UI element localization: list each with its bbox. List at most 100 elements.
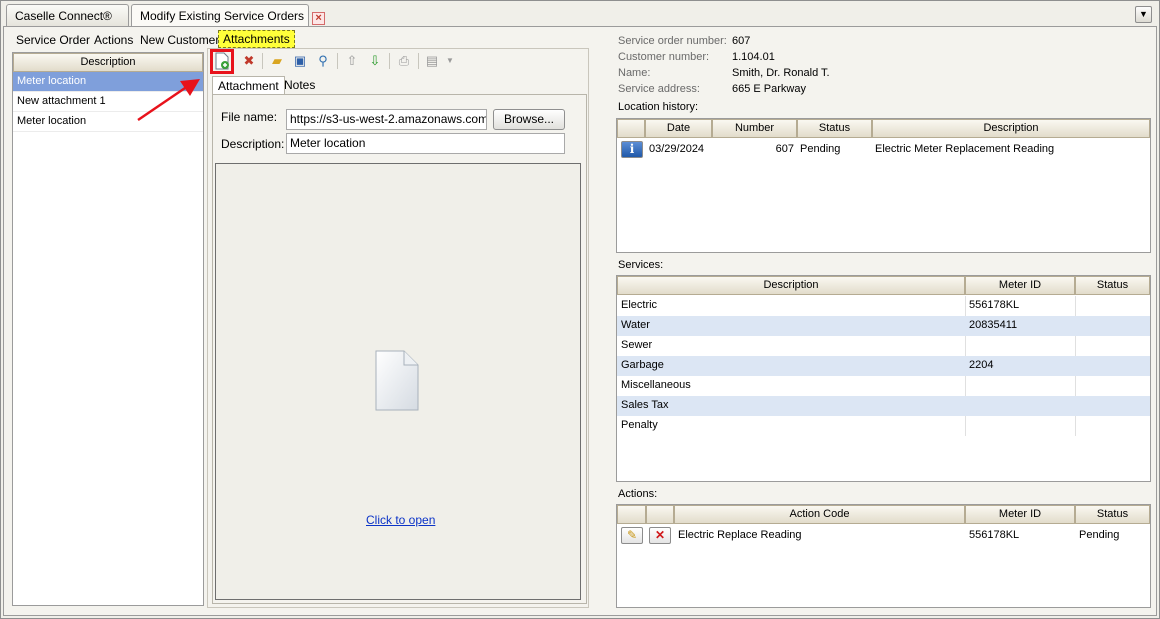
table-row[interactable]: Garbage 2204 [617, 356, 1150, 376]
table-row[interactable]: Sales Tax [617, 396, 1150, 416]
row-description: Penalty [621, 419, 658, 431]
row-status [1076, 376, 1079, 396]
save-icon[interactable]: ▣ [291, 52, 309, 70]
row-action-code: Electric Replace Reading [678, 529, 802, 541]
row-date: 03/29/2024 [649, 143, 705, 155]
file-name-field[interactable]: https://s3-us-west-2.amazonaws.com/my [286, 109, 487, 130]
tab-notes[interactable]: Notes [279, 76, 320, 94]
delete-icon[interactable]: ✕ [649, 527, 671, 544]
row-description: Electric [621, 299, 658, 311]
column-header-meter-id[interactable]: Meter ID [965, 505, 1075, 524]
service-order-number: 607 [732, 35, 751, 47]
row-description: Sales Tax [621, 399, 669, 411]
document-icon [375, 350, 419, 411]
location-history-label: Location history: [618, 101, 699, 113]
toolbar-separator [418, 53, 419, 69]
row-meter-id [966, 336, 969, 356]
move-up-icon[interactable]: ⇧ [343, 52, 361, 70]
zoom-icon[interactable]: ⚲ [314, 52, 332, 70]
row-meter-id [966, 396, 969, 416]
row-status [1076, 296, 1079, 316]
service-order-number-label: Service order number: [618, 35, 727, 47]
row-description: Garbage [621, 359, 664, 371]
location-history-grid: Date Number Status Description i 03/29/2… [616, 118, 1151, 253]
table-row[interactable]: i 03/29/2024 607 Pending Electric Meter … [617, 140, 1150, 160]
row-meter-id: 556178KL [969, 529, 1020, 541]
row-status [1076, 416, 1079, 436]
edit-pencil-icon[interactable]: ✎ [621, 527, 643, 544]
customer-number-label: Customer number: [618, 51, 710, 63]
tab-attachment[interactable]: Attachment [212, 76, 285, 94]
column-header-action-code[interactable]: Action Code [674, 505, 965, 524]
service-address-label: Service address: [618, 83, 700, 95]
column-header-number[interactable]: Number [712, 119, 797, 138]
table-row[interactable]: Sewer [617, 336, 1150, 356]
toolbar-separator [389, 53, 390, 69]
toolbar-separator [262, 53, 263, 69]
browse-button[interactable]: Browse... [493, 109, 565, 130]
column-header-meter-id[interactable]: Meter ID [965, 276, 1075, 295]
table-row[interactable]: Penalty [617, 416, 1150, 436]
services-label: Services: [618, 259, 664, 271]
tab-service-order[interactable]: Service Order [12, 30, 94, 48]
table-row[interactable]: ✎ ✕ Electric Replace Reading 556178KL Pe… [617, 526, 1150, 546]
row-meter-id: 20835411 [969, 319, 1018, 331]
open-folder-icon[interactable]: ▰ [268, 52, 286, 70]
customer-number: 1.104.01 [732, 51, 775, 63]
info-icon[interactable]: i [621, 141, 643, 158]
file-name-label: File name: [221, 110, 278, 124]
column-header-description[interactable]: Description [617, 276, 965, 295]
column-header-edit [617, 505, 646, 524]
toolbar-separator [337, 53, 338, 69]
column-header-status[interactable]: Status [797, 119, 872, 138]
column-header-status[interactable]: Status [1075, 276, 1150, 295]
table-row[interactable]: Electric 556178KL [617, 296, 1150, 316]
row-meter-id [966, 376, 969, 396]
close-tab-icon[interactable]: × [312, 12, 326, 25]
column-header-delete [646, 505, 674, 524]
description-label: Description: [221, 137, 285, 151]
tab-attachments[interactable]: Attachments [218, 30, 295, 48]
column-header-date[interactable]: Date [645, 119, 712, 138]
column-header-description[interactable]: Description [872, 119, 1150, 138]
actions-grid: Action Code Meter ID Status ✎ ✕ Electric… [616, 504, 1151, 608]
row-status: Pending [1079, 529, 1120, 541]
services-grid: Description Meter ID Status Electric 556… [616, 275, 1151, 482]
new-attachment-button[interactable] [210, 49, 234, 74]
tab-caselle-connect[interactable]: Caselle Connect® [6, 4, 129, 26]
table-row[interactable]: Water 20835411 [617, 316, 1150, 336]
tab-modify-service-orders[interactable]: Modify Existing Service Orders × [131, 4, 326, 27]
row-description: Miscellaneous [621, 379, 691, 391]
row-number: 607 [775, 143, 794, 155]
attachments-list: Description Meter location New attachmen… [12, 52, 204, 606]
row-meter-id: 2204 [969, 359, 994, 371]
name-label: Name: [618, 67, 651, 79]
row-status: Pending [800, 143, 841, 155]
move-down-icon[interactable]: ⇩ [366, 52, 384, 70]
row-meter-id: 556178KL [969, 299, 1020, 311]
row-description: Electric Meter Replacement Reading [875, 143, 1055, 155]
customer-name: Smith, Dr. Ronald T. [732, 67, 830, 79]
row-status [1076, 396, 1079, 416]
tab-new-customer[interactable]: New Customer [136, 30, 223, 48]
service-address: 665 E Parkway [732, 83, 806, 95]
description-field[interactable]: Meter location [286, 133, 565, 154]
tab-menu-dropdown-icon[interactable]: ▼ [1135, 6, 1152, 23]
row-description: Water [621, 319, 650, 331]
new-attachment-icon [215, 52, 229, 70]
tab-label: Modify Existing Service Orders [140, 9, 305, 23]
delete-attachment-icon[interactable]: ✖ [240, 52, 258, 70]
actions-label: Actions: [618, 488, 658, 500]
options-icon[interactable]: ▤ [423, 52, 441, 70]
column-header-icon [617, 119, 645, 138]
click-to-open-link[interactable]: Click to open [366, 513, 435, 527]
row-description: Sewer [621, 339, 653, 351]
tab-label: Caselle Connect® [15, 9, 112, 23]
callout-arrow-icon [137, 79, 200, 122]
column-header-status[interactable]: Status [1075, 505, 1150, 524]
table-row[interactable]: Miscellaneous [617, 376, 1150, 396]
tab-actions[interactable]: Actions [90, 30, 137, 48]
scan-icon[interactable]: ⎙ [395, 52, 413, 70]
row-status [1076, 316, 1079, 336]
chevron-down-icon[interactable]: ▼ [441, 52, 459, 70]
